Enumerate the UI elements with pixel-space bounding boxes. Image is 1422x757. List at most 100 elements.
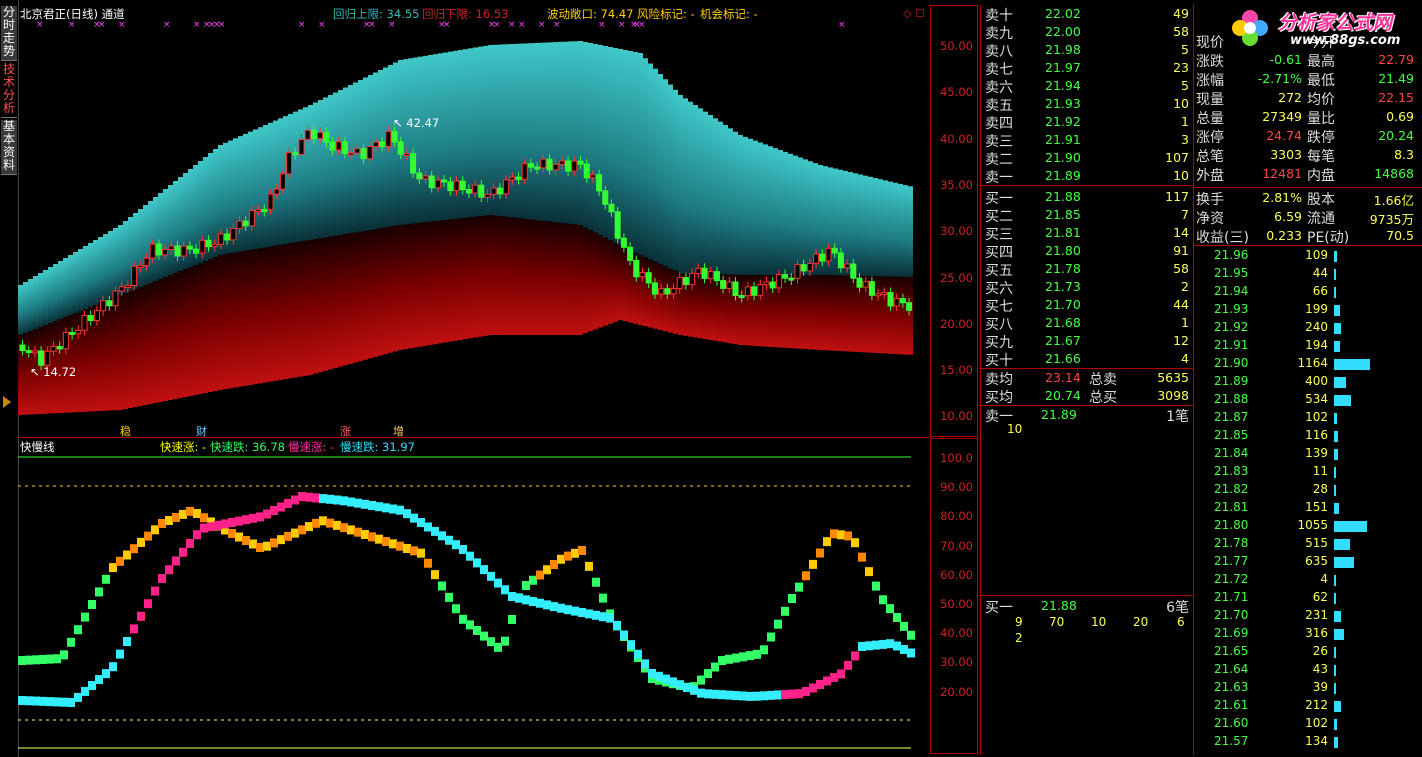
buy-queue-order: 6	[1177, 615, 1185, 629]
ask-row[interactable]: 卖十 22.02 49	[981, 5, 1193, 24]
fast-line-point	[438, 581, 446, 591]
bid-price: 21.88	[1045, 189, 1081, 204]
slow-line-point	[88, 681, 96, 690]
ask-row[interactable]: 卖七 21.97 23	[981, 59, 1193, 78]
tab-intraday[interactable]: 分时走势	[1, 6, 17, 61]
candlestick	[472, 184, 479, 194]
distribution-price: 21.92	[1214, 320, 1249, 334]
bid-row[interactable]: 买七 21.70 44	[981, 296, 1193, 315]
upper-channel-band	[563, 41, 568, 224]
candlestick	[304, 129, 311, 140]
bid-row[interactable]: 买六 21.73 2	[981, 278, 1193, 297]
lower-channel-band	[148, 283, 153, 404]
chart-option-icon[interactable]: ◇ ☐	[903, 7, 925, 20]
bid-row[interactable]: 买八 21.68 1	[981, 314, 1193, 333]
bid-row[interactable]: 买五 21.78 58	[981, 260, 1193, 279]
lower-channel-band	[443, 220, 448, 343]
slow-line-point	[221, 519, 229, 529]
candlestick	[100, 300, 107, 312]
upper-channel-band	[423, 55, 428, 223]
ask-row[interactable]: 卖三 21.91 3	[981, 131, 1193, 150]
quote-label: 最高	[1307, 54, 1335, 70]
fast-line-point	[732, 653, 740, 663]
bid-price: 21.73	[1045, 279, 1081, 294]
ask-row[interactable]: 卖八 21.98 5	[981, 41, 1193, 60]
lower-channel-band	[338, 235, 343, 367]
lower-channel-band	[398, 225, 403, 350]
candlestick	[527, 163, 534, 168]
slow-line-point	[655, 671, 663, 681]
fast-line-point	[277, 535, 285, 545]
upper-channel-band	[583, 42, 588, 228]
ask-row[interactable]: 卖六 21.94 5	[981, 77, 1193, 96]
tab-technical[interactable]: 技术分析	[1, 63, 17, 118]
lower-channel-band	[103, 301, 108, 411]
slow-line-point	[851, 651, 859, 661]
distribution-price: 21.93	[1214, 302, 1249, 316]
sub-chart-title: 快慢线	[20, 440, 55, 454]
upper-channel-band	[48, 267, 53, 323]
candlestick	[509, 176, 516, 181]
fast-line-point	[235, 532, 243, 542]
slow-line-point	[109, 662, 117, 672]
candlestick	[620, 237, 627, 248]
candlestick	[627, 246, 634, 261]
fast-line-point	[557, 554, 565, 564]
bid-row[interactable]: 买三 21.81 14	[981, 224, 1193, 243]
ask-row[interactable]: 卖四 21.92 1	[981, 113, 1193, 132]
candlestick	[242, 220, 249, 227]
upper-channel-band	[738, 135, 743, 275]
y-tick-label: 20.00	[940, 684, 973, 699]
lower-channel-band	[203, 261, 208, 393]
lower-channel-band	[433, 221, 438, 345]
ask-row[interactable]: 卖九 22.00 58	[981, 23, 1193, 42]
quote-label: 每笔	[1307, 149, 1335, 165]
candlestick	[707, 271, 714, 279]
slow-line-point	[886, 639, 894, 649]
price-distribution-row: 21.82 28	[1194, 482, 1419, 500]
lower-channel-band	[473, 216, 478, 338]
tab-fundamentals[interactable]: 基本资料	[1, 120, 17, 175]
candlestick	[738, 295, 745, 299]
candlestick	[453, 180, 460, 192]
ask-row[interactable]: 卖一 21.89 10	[981, 167, 1193, 186]
price-chart[interactable]: × × ×× × × × ×××× × × ×× × ×× ×× × × × × × × ××× ×	[18, 5, 930, 437]
ask-volume: 107	[1165, 150, 1189, 165]
distribution-volume: 26	[1312, 644, 1328, 658]
upper-channel-band	[513, 43, 518, 218]
bid-row[interactable]: 买十 21.66 4	[981, 350, 1193, 369]
bid-row[interactable]: 买一 21.88 117	[981, 188, 1193, 207]
lower-channel-band	[313, 239, 318, 374]
bid-row[interactable]: 买二 21.85 7	[981, 206, 1193, 225]
ask-level-label: 卖十	[985, 8, 1013, 24]
slow-line-point	[18, 696, 26, 705]
fast-line-point	[298, 525, 306, 535]
upper-channel-band	[803, 159, 808, 275]
fast-line-point	[263, 541, 271, 551]
candlestick	[837, 252, 844, 269]
ask-row[interactable]: 卖二 21.90 107	[981, 149, 1193, 168]
lower-channel-band	[818, 275, 823, 350]
slow-line-point	[781, 690, 789, 700]
fast-line-point	[151, 525, 159, 535]
distribution-bar	[1334, 719, 1337, 730]
bid-price: 21.70	[1045, 297, 1081, 312]
fast-line-point	[249, 539, 257, 549]
bid-row[interactable]: 买九 21.67 12	[981, 332, 1193, 351]
slow-line-point	[277, 502, 285, 512]
bid-row[interactable]: 买四 21.80 91	[981, 242, 1193, 261]
candlestick	[763, 281, 770, 286]
ask-row[interactable]: 卖五 21.93 10	[981, 95, 1193, 114]
lower-channel-band	[843, 275, 848, 352]
candlestick	[143, 257, 150, 267]
lower-channel-band	[138, 287, 143, 406]
lower-channel-band	[253, 249, 258, 385]
sub-indicator-fast-down: 快速跌: 36.78	[210, 440, 285, 454]
slow-line-point	[46, 697, 54, 707]
upper-channel-band	[348, 85, 353, 234]
lower-channel-band	[528, 219, 533, 335]
distribution-volume: 199	[1305, 302, 1328, 316]
expand-arrow-icon[interactable]	[3, 396, 11, 408]
fast-slow-line-chart[interactable]	[18, 438, 930, 750]
quote-row: 外盘 12481 内盘 14868	[1194, 165, 1419, 184]
